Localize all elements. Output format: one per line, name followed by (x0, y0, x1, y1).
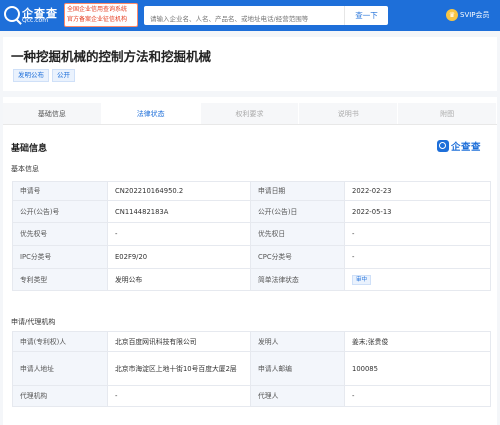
label-legal-status: 简单法律状态 (250, 268, 345, 291)
basic-info-subtitle: 基本信息 (11, 165, 39, 173)
value-inventor: 姜末;张贵俊 (344, 331, 491, 352)
value-legal-status-cell: 审中 (344, 268, 491, 291)
brand-text: 企查查 (451, 142, 482, 153)
label-agency: 代理机构 (12, 385, 108, 407)
tab-drawings[interactable]: 附图 (398, 103, 497, 124)
value-agency: - (107, 385, 251, 407)
crown-icon: ♛ (446, 9, 458, 21)
qcc-logo[interactable]: 企查查 Qcc.com (4, 4, 62, 26)
label-agent: 代理人 (250, 385, 345, 407)
table-row: IPC分类号 E02F9/20 CPC分类号 - (12, 245, 491, 269)
magnifier-logo-icon (4, 6, 20, 22)
label-application-number: 申请号 (12, 181, 108, 201)
search-box (144, 6, 344, 29)
tab-specification[interactable]: 说明书 (299, 103, 399, 124)
label-applicant-address: 申请人地址 (12, 351, 108, 386)
tag-patent-type: 发明公布 (13, 69, 49, 82)
label-ipc-class: IPC分类号 (12, 245, 108, 269)
search-input[interactable] (144, 9, 344, 29)
value-agent: - (344, 385, 491, 407)
qcc-brand-icon (437, 140, 449, 152)
patent-title-card: 一种挖掘机械的控制方法和挖掘机械 发明公布 公开 (3, 37, 497, 91)
page-title: 一种挖掘机械的控制方法和挖掘机械 (11, 49, 212, 64)
basic-info-table: 申请号 CN202210164950.2 申请日期 2022-02-23 公开(… (12, 181, 491, 291)
qcc-brand-mark: 企查查 (437, 139, 481, 153)
label-cpc-class: CPC分类号 (250, 245, 345, 269)
label-applicant: 申请(专利权)人 (12, 331, 108, 352)
value-publication-number: CN114482183A (107, 200, 251, 223)
table-row: 专利类型 发明公布 简单法律状态 审中 (12, 268, 491, 291)
label-inventor: 发明人 (250, 331, 345, 352)
value-publication-date: 2022-05-13 (344, 200, 491, 223)
search-button[interactable]: 查一下 (344, 6, 388, 25)
label-application-date: 申请日期 (250, 181, 345, 201)
label-publication-number: 公开(公告)号 (12, 200, 108, 223)
value-ipc-class: E02F9/20 (107, 245, 251, 269)
top-navigation-bar: 企查查 Qcc.com 全国企业信用查询系统 官方备案企业征信机构 查一下 ♛ … (0, 0, 500, 31)
table-row: 公开(公告)号 CN114482183A 公开(公告)日 2022-05-13 (12, 200, 491, 223)
badge-line-1: 全国企业信用查询系统 (67, 6, 128, 13)
tab-basic-info[interactable]: 基础信息 (3, 103, 102, 124)
svip-label: SVIP会员 (460, 11, 490, 19)
patent-detail-card: 基础信息 法律状态 权利要求 说明书 附图 基础信息 企查查 基本信息 申请号 … (3, 97, 497, 425)
value-applicant-address: 北京市海淀区上地十街10号百度大厦2层 (107, 351, 251, 386)
section-title: 基础信息 (11, 144, 48, 154)
svip-member-link[interactable]: ♛ SVIP会员 (446, 8, 490, 22)
value-postal-code: 100085 (344, 351, 491, 386)
label-priority-number: 优先权号 (12, 222, 108, 246)
table-row: 申请人地址 北京市海淀区上地十街10号百度大厦2层 申请人邮编 100085 (12, 351, 491, 386)
credit-badge[interactable]: 全国企业信用查询系统 官方备案企业征信机构 (64, 3, 138, 27)
table-row: 优先权号 - 优先权日 - (12, 222, 491, 246)
badge-line-2: 官方备案企业征信机构 (67, 16, 128, 23)
tab-claims[interactable]: 权利要求 (200, 103, 300, 124)
applicant-link[interactable]: 北京百度网讯科技有限公司 (107, 331, 251, 352)
value-application-date: 2022-02-23 (344, 181, 491, 201)
logo-domain: Qcc.com (22, 17, 49, 24)
status-badge: 审中 (352, 275, 372, 285)
table-row: 申请(专利权)人 北京百度网讯科技有限公司 发明人 姜末;张贵俊 (12, 331, 491, 352)
label-publication-date: 公开(公告)日 (250, 200, 345, 223)
label-postal-code: 申请人邮编 (250, 351, 345, 386)
label-patent-type: 专利类型 (12, 268, 108, 291)
tab-legal-status[interactable]: 法律状态 (101, 103, 201, 124)
value-application-number: CN202210164950.2 (107, 181, 251, 201)
agency-info-table: 申请(专利权)人 北京百度网讯科技有限公司 发明人 姜末;张贵俊 申请人地址 北… (12, 331, 491, 407)
patent-tags: 发明公布 公开 (13, 69, 75, 82)
label-priority-date: 优先权日 (250, 222, 345, 246)
agency-subtitle: 申请/代理机构 (11, 318, 56, 326)
table-row: 申请号 CN202210164950.2 申请日期 2022-02-23 (12, 181, 491, 201)
value-priority-date: - (344, 222, 491, 246)
value-patent-type: 发明公布 (107, 268, 251, 291)
value-priority-number: - (107, 222, 251, 246)
table-row: 代理机构 - 代理人 - (12, 385, 491, 407)
tag-publication-status: 公开 (52, 69, 75, 82)
value-cpc-class: - (344, 245, 491, 269)
detail-tabs: 基础信息 法律状态 权利要求 说明书 附图 (3, 103, 497, 125)
